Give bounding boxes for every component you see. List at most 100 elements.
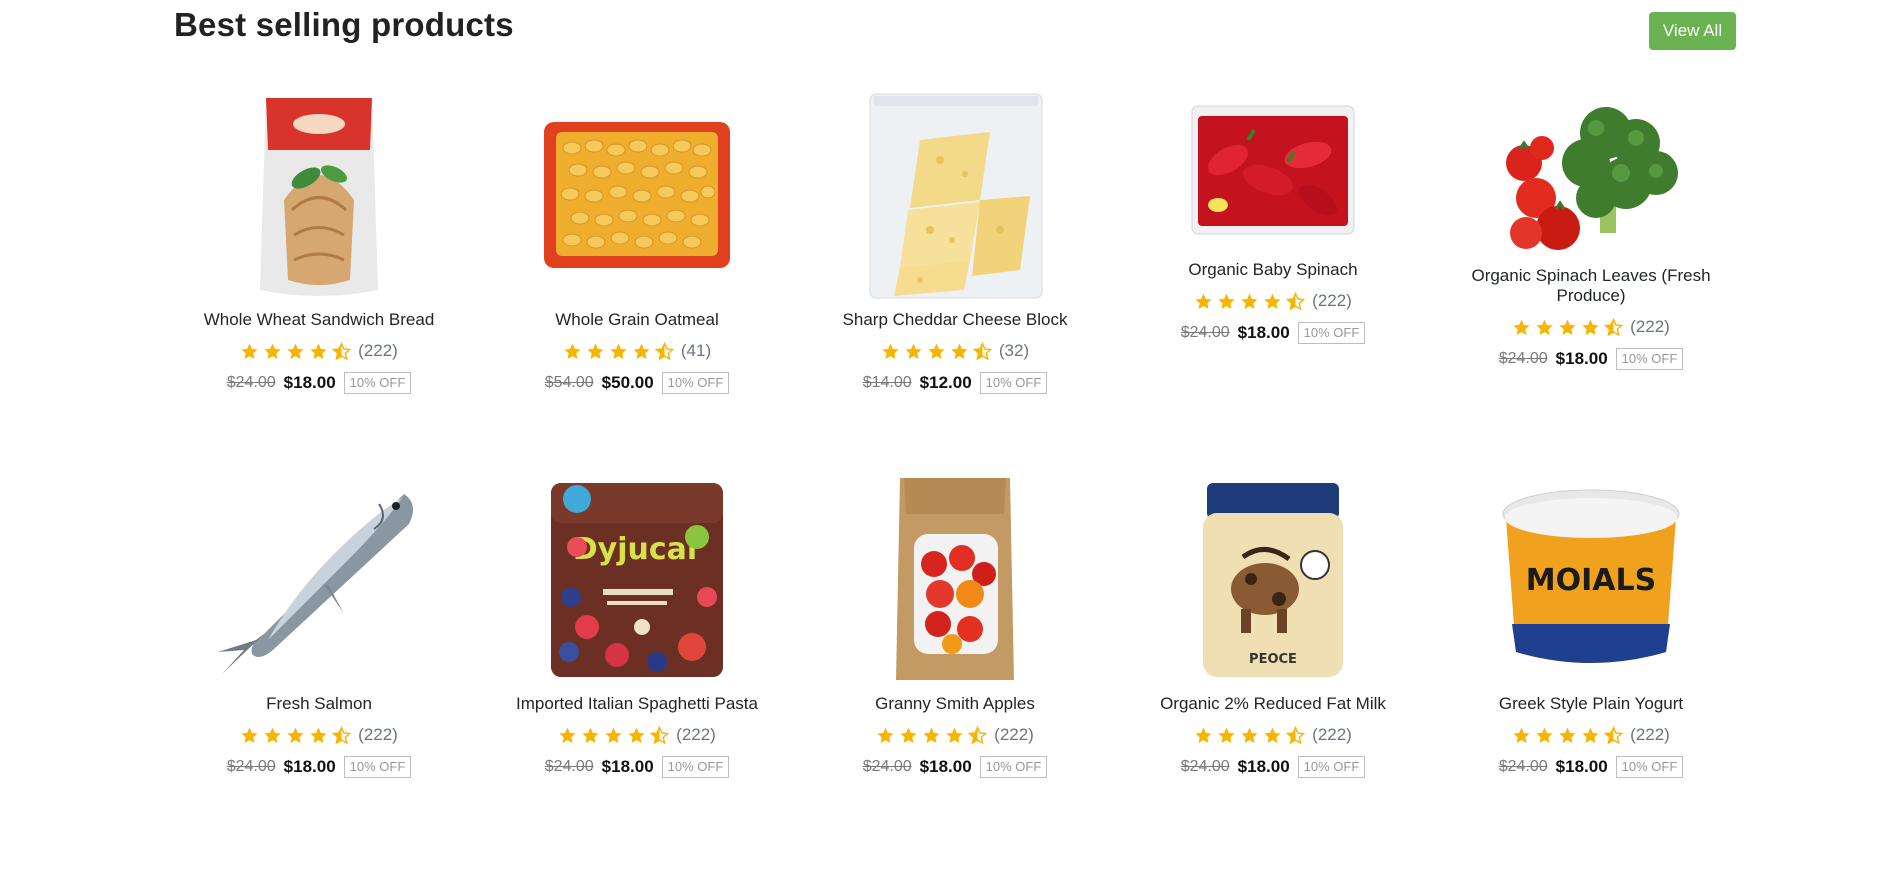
half-star-icon (332, 725, 352, 744)
product-name[interactable]: Sharp Cheddar Cheese Block (825, 310, 1085, 330)
star-rating: (222) (876, 724, 1034, 746)
original-price: $24.00 (1498, 758, 1548, 775)
product-card[interactable]: Whole Wheat Sandwich Bread (222) $24.00 … (160, 90, 478, 396)
sale-price: $50.00 (601, 373, 654, 392)
price-row: $24.00 $18.00 10% OFF (863, 754, 1048, 780)
product-name[interactable]: Fresh Salmon (189, 694, 449, 714)
star-icon (882, 343, 899, 359)
star-icon (900, 727, 917, 743)
discount-badge: 10% OFF (343, 372, 412, 394)
price-row: $24.00 $18.00 10% OFF (1499, 754, 1684, 780)
half-star-icon (332, 341, 352, 360)
star-rating: (41) (563, 340, 711, 362)
fruit-package-image[interactable]: Dyjucal (478, 474, 796, 684)
fish-image[interactable] (160, 474, 478, 684)
star-icon (605, 727, 622, 743)
red-peppers-bag-image[interactable] (1114, 90, 1432, 250)
star-icon (1536, 319, 1553, 335)
product-card[interactable]: Organic Baby Spinach (222) $24.00 $18.00… (1114, 90, 1432, 346)
price-row: $24.00 $18.00 10% OFF (1181, 754, 1366, 780)
star-icon (1513, 727, 1530, 743)
star-icon (923, 727, 940, 743)
star-icon (1195, 293, 1212, 309)
star-icon (1536, 727, 1553, 743)
star-icon (628, 727, 645, 743)
product-name[interactable]: Organic 2% Reduced Fat Milk (1143, 694, 1403, 714)
jar-label-text: PEOCE (1249, 652, 1297, 667)
star-icon (582, 727, 599, 743)
star-rating: (222) (1512, 316, 1670, 338)
product-card[interactable]: Whole Grain Oatmeal (41) $54.00 $50.00 1… (478, 90, 796, 396)
view-all-button[interactable]: View All (1649, 12, 1736, 50)
half-star-icon (654, 341, 674, 360)
review-count: (222) (1312, 291, 1352, 310)
product-card[interactable]: Dyjucal Imported Italian Spaghetti Pasta… (478, 474, 796, 780)
product-name[interactable]: Granny Smith Apples (825, 694, 1085, 714)
tub-label-text: MOIALS (1526, 563, 1656, 598)
half-star-icon (1604, 725, 1624, 744)
product-card[interactable]: MOIALS Greek Style Plain Yogurt (222) $2… (1432, 474, 1750, 780)
product-name[interactable]: Organic Spinach Leaves (Fresh Produce) (1461, 266, 1721, 306)
bread-package-image[interactable] (160, 90, 478, 300)
apple-bag-image[interactable] (796, 474, 1114, 684)
star-icon (1218, 727, 1235, 743)
original-price: $24.00 (544, 758, 594, 775)
product-name[interactable]: Greek Style Plain Yogurt (1461, 694, 1721, 714)
review-count: (222) (676, 725, 716, 744)
discount-badge: 10% OFF (1297, 756, 1366, 778)
star-icon (1559, 727, 1576, 743)
star-icon (287, 727, 304, 743)
star-icon (1264, 293, 1281, 309)
section-title: Best selling products (174, 6, 514, 43)
product-name[interactable]: Imported Italian Spaghetti Pasta (507, 694, 767, 714)
star-icon (633, 343, 650, 359)
star-icon (310, 727, 327, 743)
product-card[interactable]: PEOCE Organic 2% Reduced Fat Milk (222) … (1114, 474, 1432, 780)
sale-price: $18.00 (1237, 757, 1290, 776)
star-icon (264, 727, 281, 743)
package-brand-text: Dyjucal (573, 532, 697, 567)
product-card[interactable]: Granny Smith Apples (222) $24.00 $18.00 … (796, 474, 1114, 780)
product-card[interactable]: Organic Spinach Leaves (Fresh Produce) (… (1432, 90, 1750, 372)
discount-badge: 10% OFF (1615, 756, 1684, 778)
half-star-icon (1286, 725, 1306, 744)
star-icon (241, 727, 258, 743)
product-name[interactable]: Whole Grain Oatmeal (507, 310, 767, 330)
star-rating: (222) (558, 724, 716, 746)
cheese-bag-image[interactable] (796, 90, 1114, 300)
oatmeal-tray-image[interactable] (478, 90, 796, 300)
star-rating: (222) (240, 340, 398, 362)
star-icon (951, 343, 968, 359)
sale-price: $18.00 (1555, 349, 1608, 368)
star-rating: (222) (240, 724, 398, 746)
discount-badge: 10% OFF (661, 756, 730, 778)
star-icon (1559, 319, 1576, 335)
review-count: (222) (994, 725, 1034, 744)
sale-price: $18.00 (283, 373, 336, 392)
review-count: (222) (1630, 317, 1670, 336)
original-price: $54.00 (544, 374, 594, 391)
star-rating: (222) (1512, 724, 1670, 746)
star-icon (564, 343, 581, 359)
product-name[interactable]: Whole Wheat Sandwich Bread (189, 310, 449, 330)
star-icon (1582, 727, 1599, 743)
star-icon (1195, 727, 1212, 743)
broccoli-tomatoes-image[interactable] (1432, 90, 1750, 260)
discount-badge: 10% OFF (979, 756, 1048, 778)
product-card[interactable]: Sharp Cheddar Cheese Block (32) $14.00 $… (796, 90, 1114, 396)
cow-jar-image[interactable]: PEOCE (1114, 474, 1432, 684)
product-name[interactable]: Organic Baby Spinach (1143, 260, 1403, 280)
discount-badge: 10% OFF (979, 372, 1048, 394)
star-icon (610, 343, 627, 359)
half-star-icon (1604, 317, 1624, 336)
half-star-icon (1286, 291, 1306, 310)
star-icon (1241, 293, 1258, 309)
original-price: $24.00 (226, 758, 276, 775)
best-selling-section: Best selling products View All Whole Whe… (0, 0, 1889, 876)
yogurt-tub-image[interactable]: MOIALS (1432, 474, 1750, 684)
original-price: $14.00 (862, 374, 912, 391)
review-count: (222) (358, 725, 398, 744)
product-card[interactable]: Fresh Salmon (222) $24.00 $18.00 10% OFF (160, 474, 478, 780)
original-price: $24.00 (226, 374, 276, 391)
original-price: $24.00 (1180, 758, 1230, 775)
